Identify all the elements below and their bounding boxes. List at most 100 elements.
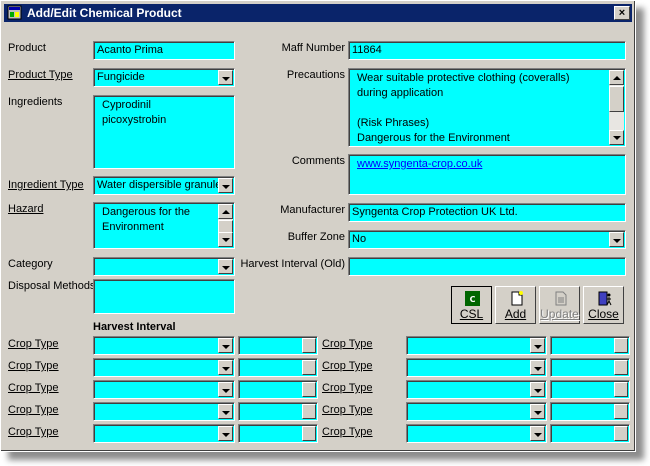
crop-type-label[interactable]: Crop Type bbox=[322, 403, 373, 417]
crop-type-label[interactable]: Crop Type bbox=[322, 425, 373, 439]
harvest-interval-heading: Harvest Interval bbox=[93, 321, 176, 333]
chevron-down-icon[interactable] bbox=[218, 259, 233, 274]
crop-type-label[interactable]: Crop Type bbox=[8, 381, 59, 395]
scroll-down-icon[interactable] bbox=[609, 130, 624, 145]
maff-number-field[interactable]: 11864 bbox=[348, 41, 626, 60]
crop-type-select[interactable] bbox=[406, 402, 547, 421]
exit-door-icon bbox=[598, 291, 612, 306]
ingredients-label: Ingredients bbox=[8, 96, 63, 108]
harvest-interval-field[interactable] bbox=[550, 424, 630, 443]
csl-button[interactable]: C CSL bbox=[451, 286, 492, 324]
hazard-field[interactable]: Dangerous for the Environment bbox=[93, 202, 235, 249]
spin-button-icon[interactable] bbox=[614, 338, 628, 353]
disposal-methods-field[interactable] bbox=[93, 279, 235, 314]
product-field[interactable]: Acanto Prima bbox=[93, 41, 235, 60]
chevron-down-icon[interactable] bbox=[218, 404, 233, 419]
spin-button-icon[interactable] bbox=[302, 382, 316, 397]
manufacturer-field[interactable]: Syngenta Crop Protection UK Ltd. bbox=[348, 203, 626, 222]
ingredients-field[interactable]: Cyprodinil picoxystrobin bbox=[93, 95, 235, 169]
spin-button-icon[interactable] bbox=[614, 382, 628, 397]
scroll-up-icon[interactable] bbox=[218, 204, 233, 219]
precautions-label: Precautions bbox=[286, 69, 345, 81]
hazard-scrollbar[interactable] bbox=[218, 204, 233, 247]
spin-button-icon[interactable] bbox=[302, 404, 316, 419]
update-button[interactable]: Update bbox=[539, 286, 580, 324]
crop-type-select[interactable] bbox=[406, 424, 547, 443]
crop-type-label[interactable]: Crop Type bbox=[8, 403, 59, 417]
precautions-field[interactable]: Wear suitable protective clothing (cover… bbox=[348, 68, 626, 147]
window-close-button[interactable]: × bbox=[614, 6, 630, 20]
manufacturer-label: Manufacturer bbox=[280, 204, 345, 216]
spin-button-icon[interactable] bbox=[614, 404, 628, 419]
crop-type-label[interactable]: Crop Type bbox=[322, 359, 373, 373]
spin-button-icon[interactable] bbox=[614, 426, 628, 441]
chevron-down-icon[interactable] bbox=[530, 404, 545, 419]
scroll-thumb[interactable] bbox=[609, 86, 624, 112]
scroll-down-icon[interactable] bbox=[218, 232, 233, 247]
chevron-down-icon[interactable] bbox=[218, 382, 233, 397]
buffer-zone-label: Buffer Zone bbox=[287, 231, 345, 243]
ingredient-type-label[interactable]: Ingredient Type bbox=[8, 178, 84, 192]
crop-type-select[interactable] bbox=[406, 336, 547, 355]
crop-type-select[interactable] bbox=[93, 380, 235, 399]
harvest-interval-field[interactable] bbox=[238, 336, 318, 355]
harvest-interval-field[interactable] bbox=[238, 358, 318, 377]
chevron-down-icon[interactable] bbox=[218, 70, 233, 85]
harvest-interval-field[interactable] bbox=[238, 424, 318, 443]
comments-label: Comments bbox=[291, 155, 345, 167]
csl-logo-icon: C bbox=[465, 291, 480, 306]
chevron-down-icon[interactable] bbox=[218, 426, 233, 441]
harvest-interval-old-label: Harvest Interval (Old) bbox=[240, 258, 345, 270]
buffer-zone-select[interactable]: No bbox=[348, 230, 626, 249]
crop-type-label[interactable]: Crop Type bbox=[8, 337, 59, 351]
scroll-up-icon[interactable] bbox=[609, 70, 624, 85]
chevron-down-icon[interactable] bbox=[530, 338, 545, 353]
spin-button-icon[interactable] bbox=[302, 426, 316, 441]
category-label: Category bbox=[8, 258, 53, 270]
precautions-scrollbar[interactable] bbox=[609, 70, 624, 145]
crop-type-label[interactable]: Crop Type bbox=[322, 337, 373, 351]
category-select[interactable] bbox=[93, 257, 235, 276]
crop-type-label[interactable]: Crop Type bbox=[8, 425, 59, 439]
update-document-icon bbox=[555, 291, 567, 306]
chevron-down-icon[interactable] bbox=[530, 360, 545, 375]
add-button[interactable]: Add bbox=[495, 286, 536, 324]
crop-type-label[interactable]: Crop Type bbox=[322, 381, 373, 395]
svg-text:C: C bbox=[470, 295, 476, 304]
hazard-label[interactable]: Hazard bbox=[8, 202, 43, 216]
crop-type-select[interactable] bbox=[93, 402, 235, 421]
crop-type-select[interactable] bbox=[93, 424, 235, 443]
chevron-down-icon[interactable] bbox=[218, 360, 233, 375]
chevron-down-icon[interactable] bbox=[218, 178, 233, 193]
harvest-interval-field[interactable] bbox=[550, 380, 630, 399]
title-bar: Add/Edit Chemical Product × bbox=[4, 4, 632, 22]
harvest-interval-field[interactable] bbox=[550, 358, 630, 377]
disposal-methods-label: Disposal Methods bbox=[8, 280, 96, 292]
crop-type-select[interactable] bbox=[406, 358, 547, 377]
comments-link[interactable]: www.syngenta-crop.co.uk bbox=[357, 157, 625, 172]
spin-button-icon[interactable] bbox=[302, 338, 316, 353]
crop-type-select[interactable] bbox=[93, 358, 235, 377]
ingredient-type-select[interactable]: Water dispersible granule bbox=[93, 176, 235, 195]
harvest-interval-old-field[interactable] bbox=[348, 257, 626, 276]
spin-button-icon[interactable] bbox=[302, 360, 316, 375]
comments-field[interactable]: www.syngenta-crop.co.uk bbox=[348, 154, 626, 195]
chevron-down-icon[interactable] bbox=[530, 426, 545, 441]
chevron-down-icon[interactable] bbox=[609, 232, 624, 247]
chevron-down-icon[interactable] bbox=[530, 382, 545, 397]
crop-type-select[interactable] bbox=[406, 380, 547, 399]
crop-type-label[interactable]: Crop Type bbox=[8, 359, 59, 373]
product-type-label[interactable]: Product Type bbox=[8, 68, 73, 82]
spin-button-icon[interactable] bbox=[614, 360, 628, 375]
chevron-down-icon[interactable] bbox=[218, 338, 233, 353]
harvest-interval-field[interactable] bbox=[550, 336, 630, 355]
close-button-label: Close bbox=[588, 307, 619, 321]
crop-type-select[interactable] bbox=[93, 336, 235, 355]
product-type-select[interactable]: Fungicide bbox=[93, 68, 235, 87]
close-button[interactable]: Close bbox=[583, 286, 624, 324]
csl-button-label: CSL bbox=[459, 307, 484, 321]
harvest-interval-field[interactable] bbox=[238, 402, 318, 421]
harvest-interval-field[interactable] bbox=[238, 380, 318, 399]
harvest-interval-field[interactable] bbox=[550, 402, 630, 421]
maff-number-label: Maff Number bbox=[281, 42, 345, 54]
